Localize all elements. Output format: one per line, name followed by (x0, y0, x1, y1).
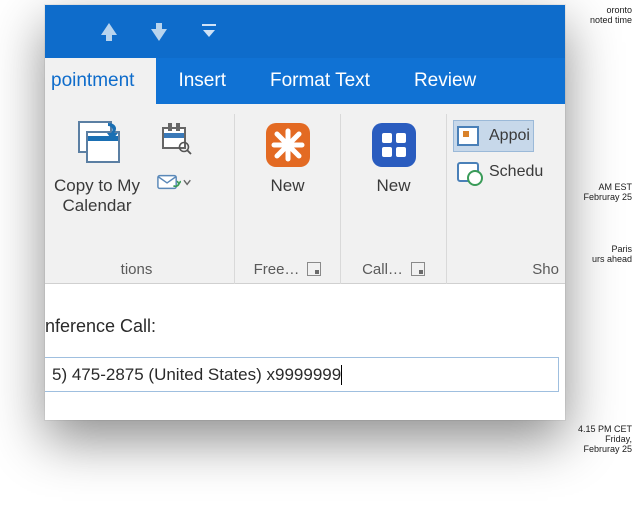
button-label: Schedu (489, 163, 543, 181)
forward-icon[interactable] (157, 168, 191, 196)
copy-calendar-icon (72, 120, 122, 170)
group-freeconferencecall: New Free… (235, 114, 341, 284)
appointment-form: nference Call: 5) 475-2875 (United State… (45, 284, 565, 420)
group-label-actions: tions (45, 254, 228, 284)
dialog-launcher-icon[interactable] (411, 262, 425, 276)
bg-clock-paris: Parisurs ahead (592, 245, 632, 265)
button-label: Calendar (63, 196, 132, 216)
subject-row: nference Call: (45, 306, 559, 348)
conference-label: nference Call: (45, 316, 164, 337)
group-show: Appoi Schedu Sho (447, 114, 565, 284)
actions-small-column (157, 116, 191, 196)
copy-to-my-calendar-button[interactable]: Copy to My Calendar (45, 116, 153, 219)
tab-label: Format Text (270, 70, 370, 92)
bg-clock-toronto: orontonoted time (590, 6, 632, 26)
tab-label: Review (414, 70, 476, 92)
start-time-row: 2/6/2017 0.30 AM (45, 418, 559, 420)
scheduling-view-button[interactable]: Schedu (453, 156, 547, 188)
tab-label: Insert (178, 70, 226, 92)
group-actions: Copy to My Calendar (45, 114, 235, 284)
group-label-free: Free… (241, 254, 334, 284)
button-label: Appoi (489, 127, 530, 145)
group-call: New Call… (341, 114, 447, 284)
tab-review[interactable]: Review (392, 58, 498, 104)
tab-format-text[interactable]: Format Text (248, 58, 392, 104)
redo-arrow-down-icon[interactable] (145, 18, 173, 46)
group-label-call: Call… (347, 254, 440, 284)
appointment-view-button[interactable]: Appoi (453, 120, 534, 152)
new-call-button[interactable]: New (354, 116, 434, 200)
location-input[interactable]: 5) 475-2875 (United States) x9999999 (45, 357, 559, 392)
tab-label: pointment (51, 70, 134, 92)
quick-access-toolbar (45, 5, 565, 58)
tab-appointment[interactable]: pointment (45, 58, 156, 104)
grid-tile-icon (369, 120, 419, 170)
bg-clock-cet: 4.15 PM CETFriday, Februray 25 (572, 425, 632, 455)
new-freeconf-button[interactable]: New (248, 116, 328, 200)
bg-clock-est: AM ESTFebruray 25 (583, 183, 632, 203)
ribbon-tabs: pointment Insert Format Text Review (45, 58, 565, 104)
customize-qat-icon[interactable] (195, 18, 223, 46)
location-row: 5) 475-2875 (United States) x9999999 (45, 354, 559, 396)
outlook-window: pointment Insert Format Text Review (45, 5, 565, 420)
text-cursor (341, 365, 342, 385)
appointment-icon (457, 126, 479, 146)
calendar-preview-icon[interactable] (157, 124, 191, 152)
tab-insert[interactable]: Insert (156, 58, 248, 104)
undo-arrow-up-icon[interactable] (95, 18, 123, 46)
button-label: Copy to My (54, 176, 140, 196)
group-label-show: Sho (453, 254, 565, 284)
button-label: New (270, 176, 304, 196)
ribbon: Copy to My Calendar (45, 104, 565, 284)
asterisk-icon (263, 120, 313, 170)
scheduling-icon (457, 162, 479, 182)
location-value: 5) 475-2875 (United States) x9999999 (52, 365, 341, 385)
button-label: New (376, 176, 410, 196)
dialog-launcher-icon[interactable] (307, 262, 321, 276)
